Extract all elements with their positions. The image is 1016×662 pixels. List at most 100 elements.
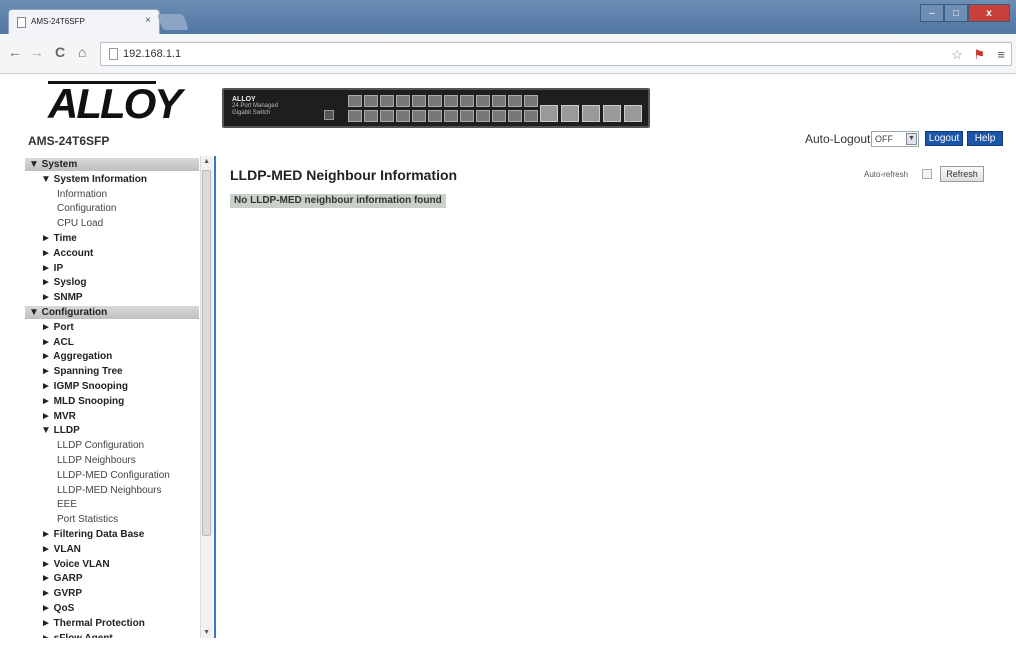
auto-logout-label: Auto-Logout bbox=[805, 132, 871, 146]
sidebar-item-cpu-load[interactable]: CPU Load bbox=[57, 217, 103, 231]
sidebar-item-account[interactable]: ► Account bbox=[41, 247, 93, 261]
sidebar-item-igmp-snooping[interactable]: ► IGMP Snooping bbox=[41, 380, 128, 394]
logo-underline bbox=[48, 81, 156, 84]
sidebar-item-information[interactable]: Information bbox=[57, 188, 107, 202]
help-button[interactable]: Help bbox=[967, 131, 1003, 146]
sidebar-item-eee[interactable]: EEE bbox=[57, 498, 77, 512]
sidebar-item-mvr[interactable]: ► MVR bbox=[41, 410, 76, 424]
home-icon[interactable]: ⌂ bbox=[78, 44, 86, 60]
ethernet-port bbox=[524, 95, 538, 107]
sidebar-item-filtering-data-base[interactable]: ► Filtering Data Base bbox=[41, 528, 144, 542]
sidebar-item-ip[interactable]: ► IP bbox=[41, 262, 63, 276]
sidebar-item-system-information[interactable]: ▼ System Information bbox=[41, 173, 147, 187]
ethernet-port bbox=[412, 110, 426, 122]
auto-refresh-checkbox[interactable] bbox=[922, 169, 932, 179]
close-tab-icon[interactable]: × bbox=[145, 15, 151, 26]
ethernet-port bbox=[428, 95, 442, 107]
ethernet-port bbox=[428, 110, 442, 122]
browser-menu-icon[interactable]: ≡ bbox=[997, 47, 1005, 62]
ethernet-port bbox=[348, 95, 362, 107]
ethernet-port bbox=[460, 95, 474, 107]
ethernet-port bbox=[508, 110, 522, 122]
browser-titlebar: AMS-24T6SFP × – □ x bbox=[0, 0, 1016, 34]
sidebar-item-sflow-agent[interactable]: ► sFlow Agent bbox=[41, 632, 113, 638]
browser-tab[interactable]: AMS-24T6SFP × bbox=[8, 9, 160, 34]
sfp-port bbox=[603, 105, 621, 122]
sidebar-item-gvrp[interactable]: ► GVRP bbox=[41, 587, 82, 601]
sidebar-item-lldp-med-configuration[interactable]: LLDP-MED Configuration bbox=[57, 469, 170, 483]
sidebar-item-system[interactable]: ▼ System bbox=[25, 158, 199, 171]
alloy-logo: ALLOY bbox=[48, 80, 182, 127]
sidebar-scrollbar[interactable]: ▲ ▼ bbox=[200, 156, 213, 638]
sfp-port bbox=[624, 105, 642, 122]
ethernet-port bbox=[348, 110, 362, 122]
sidebar-item-syslog[interactable]: ► Syslog bbox=[41, 276, 86, 290]
close-window-button[interactable]: x bbox=[968, 4, 1010, 22]
sidebar-item-lldp-configuration[interactable]: LLDP Configuration bbox=[57, 439, 144, 453]
ethernet-port bbox=[492, 95, 506, 107]
switch-brand: ALLOY bbox=[232, 96, 256, 103]
sidebar-menu: ▼ System ▼ System Information Information C… bbox=[25, 156, 213, 638]
scroll-up-icon[interactable]: ▲ bbox=[203, 158, 210, 165]
back-icon[interactable]: ← bbox=[8, 44, 22, 60]
refresh-button[interactable]: Refresh bbox=[940, 166, 984, 182]
maximize-button[interactable]: □ bbox=[944, 4, 968, 22]
sidebar-item-lldp-neighbours[interactable]: LLDP Neighbours bbox=[57, 454, 136, 468]
sidebar-item-time[interactable]: ► Time bbox=[41, 232, 77, 246]
sidebar-item-spanning-tree[interactable]: ► Spanning Tree bbox=[41, 365, 123, 379]
auto-refresh-label: Auto-refresh bbox=[864, 170, 909, 179]
ethernet-port bbox=[444, 95, 458, 107]
switch-subtitle: 24 Port Managed Gigabit Switch bbox=[232, 103, 279, 116]
address-bar[interactable]: 192.168.1.1 ☆ ⚑ ≡ bbox=[100, 42, 1012, 66]
ethernet-port bbox=[380, 95, 394, 107]
sidebar-item-garp[interactable]: ► GARP bbox=[41, 572, 83, 586]
ethernet-port bbox=[380, 110, 394, 122]
minimize-button[interactable]: – bbox=[920, 4, 944, 22]
sidebar-item-configuration[interactable]: Configuration bbox=[57, 202, 116, 216]
forward-icon[interactable]: → bbox=[30, 44, 44, 60]
tab-title: AMS-24T6SFP bbox=[31, 17, 85, 26]
ethernet-port bbox=[396, 95, 410, 107]
status-notice: No LLDP-MED neighbour information found bbox=[230, 194, 446, 208]
sidebar-item-mld-snooping[interactable]: ► MLD Snooping bbox=[41, 395, 124, 409]
sidebar-item-lldp[interactable]: ▼ LLDP bbox=[41, 424, 80, 438]
auto-logout-select[interactable]: OFF ▼ bbox=[871, 131, 919, 147]
sidebar-item-thermal-protection[interactable]: ► Thermal Protection bbox=[41, 617, 145, 631]
ethernet-port bbox=[492, 110, 506, 122]
browser-navbar: ← → C ⌂ 192.168.1.1 ☆ ⚑ ≡ bbox=[0, 34, 1016, 74]
scroll-down-icon[interactable]: ▼ bbox=[203, 629, 210, 636]
sidebar-item-port[interactable]: ► Port bbox=[41, 321, 74, 335]
sidebar-item-port-statistics[interactable]: Port Statistics bbox=[57, 513, 118, 527]
chevron-down-icon[interactable]: ▼ bbox=[906, 133, 917, 145]
sfp-port bbox=[561, 105, 579, 122]
logout-button[interactable]: Logout bbox=[925, 131, 963, 146]
sfp-port bbox=[582, 105, 600, 122]
reload-icon[interactable]: C bbox=[55, 44, 65, 60]
sidebar-item-qos[interactable]: ► QoS bbox=[41, 602, 74, 616]
ethernet-port bbox=[508, 95, 522, 107]
sidebar-item-lldp-med-neighbours[interactable]: LLDP-MED Neighbours bbox=[57, 484, 162, 498]
sidebar-item-aggregation[interactable]: ► Aggregation bbox=[41, 350, 112, 364]
bookmark-star-icon[interactable]: ☆ bbox=[951, 47, 963, 63]
sidebar-item-vlan[interactable]: ► VLAN bbox=[41, 543, 81, 557]
ethernet-port bbox=[364, 110, 378, 122]
ethernet-port bbox=[444, 110, 458, 122]
device-model: AMS-24T6SFP bbox=[28, 134, 110, 148]
sidebar-divider[interactable] bbox=[214, 156, 216, 638]
ethernet-port bbox=[412, 95, 426, 107]
page-icon bbox=[109, 48, 118, 60]
ethernet-port bbox=[524, 110, 538, 122]
port-group-1 bbox=[348, 95, 442, 122]
sidebar-item-snmp[interactable]: ► SNMP bbox=[41, 291, 83, 305]
ethernet-port bbox=[396, 110, 410, 122]
extension-icon[interactable]: ⚑ bbox=[973, 47, 985, 63]
sidebar-item-acl[interactable]: ► ACL bbox=[41, 336, 74, 350]
sidebar-item-voice-vlan[interactable]: ► Voice VLAN bbox=[41, 558, 110, 572]
scrollbar-thumb[interactable] bbox=[202, 170, 211, 536]
window-controls: – □ x bbox=[920, 4, 1010, 22]
new-tab-button[interactable] bbox=[157, 14, 189, 30]
sidebar-item-configuration[interactable]: ▼ Configuration bbox=[25, 306, 199, 319]
ethernet-port bbox=[364, 95, 378, 107]
ethernet-port bbox=[476, 110, 490, 122]
sfp-port bbox=[540, 105, 558, 122]
